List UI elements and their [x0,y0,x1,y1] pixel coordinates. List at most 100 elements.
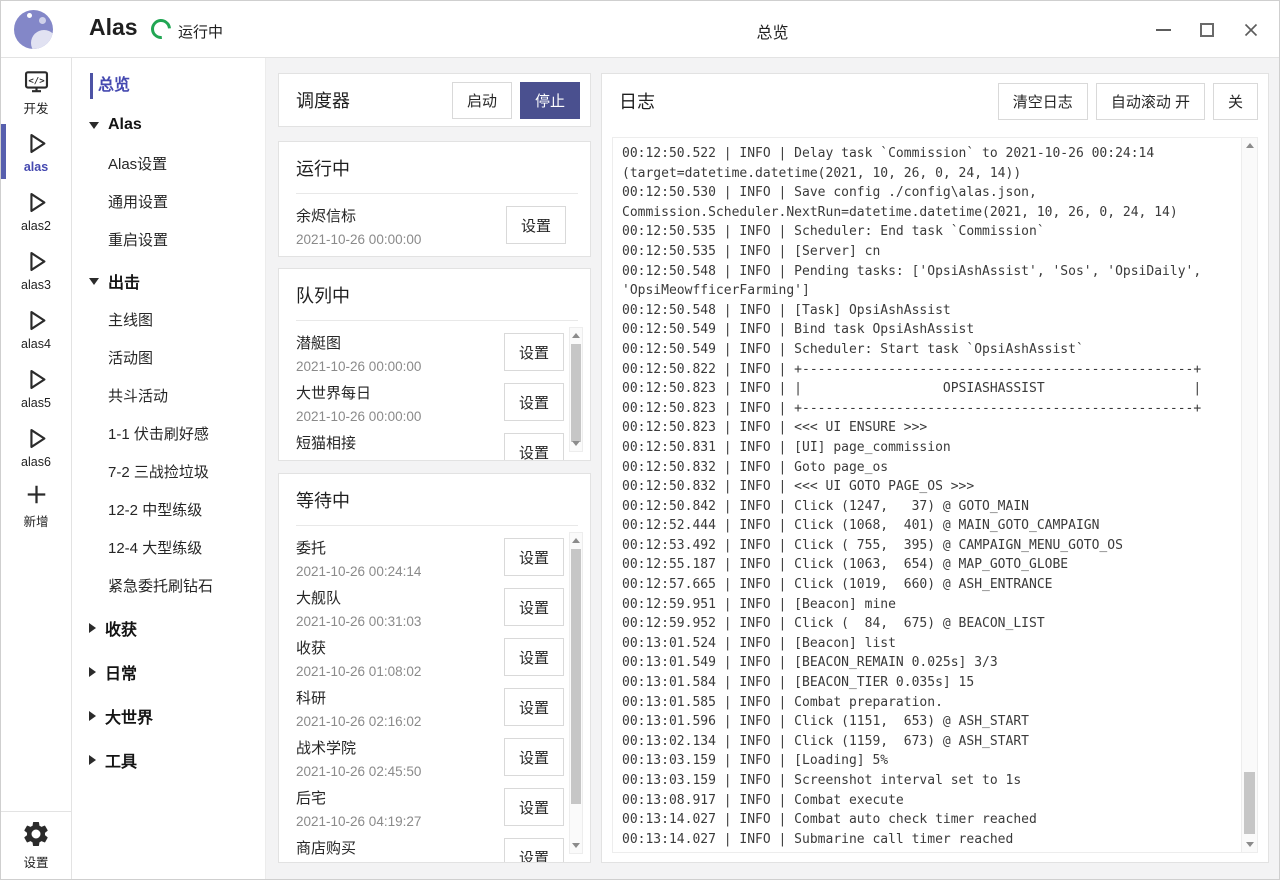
rail-item-alas[interactable]: alas [1,122,71,181]
menu-item-6[interactable]: 主线图 [72,302,265,340]
play-icon [23,189,50,216]
log-scrollbar[interactable] [1241,138,1257,852]
section-scrollbar[interactable] [569,532,583,854]
section-queued: 队列中潜艇图2021-10-26 00:00:00设置大世界每日2021-10-… [278,268,591,461]
task-settings-button[interactable]: 设置 [504,638,564,676]
task-settings-button[interactable]: 设置 [504,433,564,461]
maximize-icon [1200,23,1214,37]
task-settings-button[interactable]: 设置 [504,788,564,826]
rail-bottom: 设置 [1,816,71,874]
scrollbar-thumb[interactable] [571,549,581,804]
autoscroll-off-button[interactable]: 关 [1213,83,1258,120]
task-row: 大世界每日2021-10-26 00:00:00设置 [296,374,564,424]
rail-item-alas5[interactable]: alas5 [1,358,71,417]
scroll-up-icon[interactable] [572,538,580,543]
log-scrollbar-thumb[interactable] [1244,772,1255,834]
scrollbar-thumb[interactable] [571,344,581,442]
task-row: 科研2021-10-26 02:16:02设置 [296,679,564,729]
menu-item-11[interactable]: 12-2 中型练级 [72,492,265,530]
menu-item-4[interactable]: 重启设置 [72,222,265,260]
log-panel: 日志 清空日志 自动滚动 开 关 00:12:50.522 | INFO | D… [601,73,1269,863]
scheduler-panel: 调度器 启动 停止 [278,73,591,127]
task-settings-button[interactable]: 设置 [506,206,566,244]
log-title: 日志 [619,88,990,114]
scroll-down-icon[interactable] [1246,842,1254,847]
stop-button[interactable]: 停止 [520,82,580,119]
rail-item-settings[interactable]: 设置 [1,816,71,874]
sidebar-item-overview[interactable]: 总览 [72,68,265,104]
menu-item-8[interactable]: 共斗活动 [72,378,265,416]
section-waiting: 等待中委托2021-10-26 00:24:14设置大舰队2021-10-26 … [278,473,591,863]
menu-group-5[interactable]: 出击 [72,260,265,302]
chevron-right-icon [89,755,96,765]
menu-group-14[interactable]: 收获 [72,606,265,650]
play-icon [23,307,50,334]
task-row: 委托2021-10-26 00:24:14设置 [296,529,564,579]
scroll-down-icon[interactable] [572,843,580,848]
menu-item-3[interactable]: 通用设置 [72,184,265,222]
section-scrollbar[interactable] [569,327,583,452]
menu-group-label: 收获 [105,616,137,640]
menu-item-10[interactable]: 7-2 三战捡垃圾 [72,454,265,492]
minimize-button[interactable] [1149,16,1177,44]
rail-item-alas6[interactable]: alas6 [1,417,71,476]
rail-item-add[interactable]: 新增 [1,476,71,535]
menu-item-2[interactable]: Alas设置 [72,146,265,184]
close-button[interactable] [1237,16,1265,44]
scroll-up-icon[interactable] [1246,143,1254,148]
task-settings-button[interactable]: 设置 [504,838,564,863]
minimize-icon [1156,29,1171,31]
log-content: 00:12:50.522 | INFO | Delay task `Commis… [613,138,1240,852]
menu-group-16[interactable]: 大世界 [72,694,265,738]
task-settings-button[interactable]: 设置 [504,588,564,626]
chevron-right-icon [89,667,96,677]
menu-item-9[interactable]: 1-1 伏击刷好感 [72,416,265,454]
plus-icon [23,481,50,508]
scheduler-status-text: 运行中 [178,21,223,42]
scroll-down-icon[interactable] [572,441,580,446]
titlebar: Alas 运行中 总览 [1,1,1279,58]
task-row: 收获2021-10-26 01:08:02设置 [296,629,564,679]
rail-item-alas3[interactable]: alas3 [1,240,71,299]
task-settings-button[interactable]: 设置 [504,688,564,726]
menu-group-label: 出击 [108,269,140,293]
rail-item-label: alas5 [21,396,51,410]
menu-group-1[interactable]: Alas [72,104,265,146]
task-list: 余烬信标2021-10-26 00:00:00设置 [296,197,578,247]
task-row: 大舰队2021-10-26 00:31:03设置 [296,579,564,629]
log-box[interactable]: 00:12:50.522 | INFO | Delay task `Commis… [612,137,1258,853]
rail-item-label: alas2 [21,219,51,233]
page-title: 总览 [266,19,1279,43]
menu-group-label: Alas [108,116,142,134]
close-icon [1243,22,1259,38]
task-settings-button[interactable]: 设置 [504,538,564,576]
task-settings-button[interactable]: 设置 [504,738,564,776]
task-settings-button[interactable]: 设置 [504,333,564,371]
running-spinner-icon [147,15,175,43]
rail-item-alas2[interactable]: alas2 [1,181,71,240]
rail-item-alas4[interactable]: alas4 [1,299,71,358]
task-settings-button[interactable]: 设置 [504,383,564,421]
menu-item-12[interactable]: 12-4 大型练级 [72,530,265,568]
start-button[interactable]: 启动 [452,82,512,119]
code-icon: </> [23,68,50,95]
menu-item-13[interactable]: 紧急委托刷钻石 [72,568,265,606]
menu-group-label: 大世界 [105,704,153,728]
app-title: Alas [89,14,138,41]
section-divider [296,193,578,194]
menu-item-7[interactable]: 活动图 [72,340,265,378]
chevron-down-icon [89,122,99,129]
task-row: 商店购买设置 [296,829,564,863]
scroll-up-icon[interactable] [572,333,580,338]
clear-log-button[interactable]: 清空日志 [998,83,1088,120]
menu-group-15[interactable]: 日常 [72,650,265,694]
menu-group-17[interactable]: 工具 [72,738,265,782]
play-icon [23,366,50,393]
autoscroll-on-button[interactable]: 自动滚动 开 [1096,83,1205,120]
app-window: Alas 运行中 总览 </>开发alas alas2 alas3alas4 alas… [0,0,1280,880]
maximize-button[interactable] [1193,16,1221,44]
rail-items: </>开发alas alas2 alas3alas4 alas5 alas6新增 [1,58,71,535]
task-list: 委托2021-10-26 00:24:14设置大舰队2021-10-26 00:… [296,529,564,863]
chevron-down-icon [89,278,99,285]
rail-item-dev[interactable]: </>开发 [1,63,71,122]
